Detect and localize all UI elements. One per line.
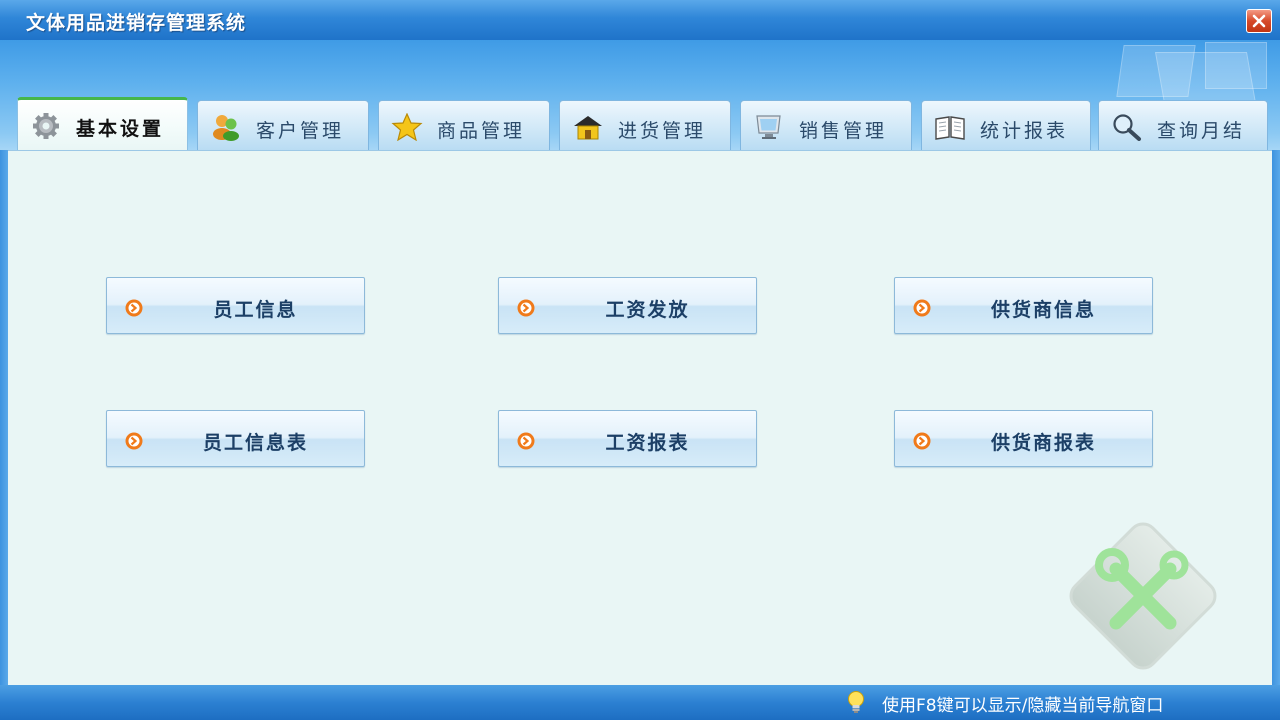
magnifier-icon bbox=[1113, 114, 1141, 141]
content-panel: 员工信息 工资发放 供货商信息 员工信息表 工资报表 供货商报表 bbox=[8, 150, 1272, 686]
tab-purchase-management[interactable]: 进货管理 bbox=[559, 100, 731, 150]
tab-query-monthly-close[interactable]: 查询月结 bbox=[1098, 100, 1268, 150]
salary-report-button[interactable]: 工资报表 bbox=[498, 410, 757, 467]
arrow-right-circle-icon bbox=[913, 299, 931, 317]
button-label: 员工信息表 bbox=[202, 432, 308, 454]
star-icon bbox=[391, 113, 423, 141]
arrow-right-circle-icon bbox=[913, 432, 931, 450]
button-label: 供货商信息 bbox=[990, 299, 1096, 321]
window-title: 文体用品进销存管理系统 bbox=[26, 12, 247, 34]
left-border bbox=[0, 150, 8, 685]
title-bar[interactable]: 文体用品进销存管理系统 bbox=[0, 0, 1280, 40]
tools-watermark-icon bbox=[1069, 522, 1217, 670]
arrow-right-circle-icon bbox=[517, 299, 535, 317]
status-bar: 使用F8键可以显示/隐藏当前导航窗口 bbox=[0, 685, 1280, 720]
app-window: 文体用品进销存管理系统 基本设置 客户管理 商品管理 进货管理 销售管理 统计报… bbox=[0, 0, 1280, 720]
salary-payment-button[interactable]: 工资发放 bbox=[498, 277, 757, 334]
employee-info-report-button[interactable]: 员工信息表 bbox=[106, 410, 365, 467]
tab-basic-settings[interactable]: 基本设置 bbox=[17, 97, 188, 150]
tab-customer-management[interactable]: 客户管理 bbox=[197, 100, 369, 150]
tab-label: 客户管理 bbox=[256, 120, 345, 142]
monitor-icon bbox=[756, 115, 781, 139]
right-border bbox=[1272, 150, 1280, 685]
supplier-info-button[interactable]: 供货商信息 bbox=[894, 277, 1153, 334]
header-decoration bbox=[1205, 42, 1267, 89]
tab-product-management[interactable]: 商品管理 bbox=[378, 100, 550, 150]
tab-statistics-reports[interactable]: 统计报表 bbox=[921, 100, 1091, 150]
book-icon bbox=[935, 116, 965, 140]
tab-label: 进货管理 bbox=[618, 120, 707, 142]
tab-label: 查询月结 bbox=[1157, 120, 1246, 142]
house-icon bbox=[574, 116, 602, 140]
button-label: 员工信息 bbox=[213, 299, 298, 321]
close-button[interactable] bbox=[1246, 9, 1272, 33]
close-icon bbox=[1252, 14, 1266, 28]
arrow-right-circle-icon bbox=[125, 432, 143, 450]
tab-label: 销售管理 bbox=[799, 120, 888, 142]
lightbulb-icon bbox=[848, 691, 864, 713]
users-icon bbox=[213, 115, 239, 141]
supplier-report-button[interactable]: 供货商报表 bbox=[894, 410, 1153, 467]
button-label: 工资报表 bbox=[605, 432, 690, 454]
arrow-right-circle-icon bbox=[517, 432, 535, 450]
tab-label: 基本设置 bbox=[76, 118, 165, 140]
arrow-right-circle-icon bbox=[125, 299, 143, 317]
employee-info-button[interactable]: 员工信息 bbox=[106, 277, 365, 334]
tab-label: 统计报表 bbox=[980, 120, 1069, 142]
status-hint-text: 使用F8键可以显示/隐藏当前导航窗口 bbox=[882, 696, 1164, 716]
gear-icon bbox=[33, 113, 59, 139]
tab-sales-management[interactable]: 销售管理 bbox=[740, 100, 912, 150]
tab-label: 商品管理 bbox=[437, 120, 526, 142]
button-label: 供货商报表 bbox=[990, 432, 1096, 454]
button-label: 工资发放 bbox=[605, 299, 690, 321]
nav-header: 基本设置 客户管理 商品管理 进货管理 销售管理 统计报表 查询月结 bbox=[0, 40, 1280, 150]
